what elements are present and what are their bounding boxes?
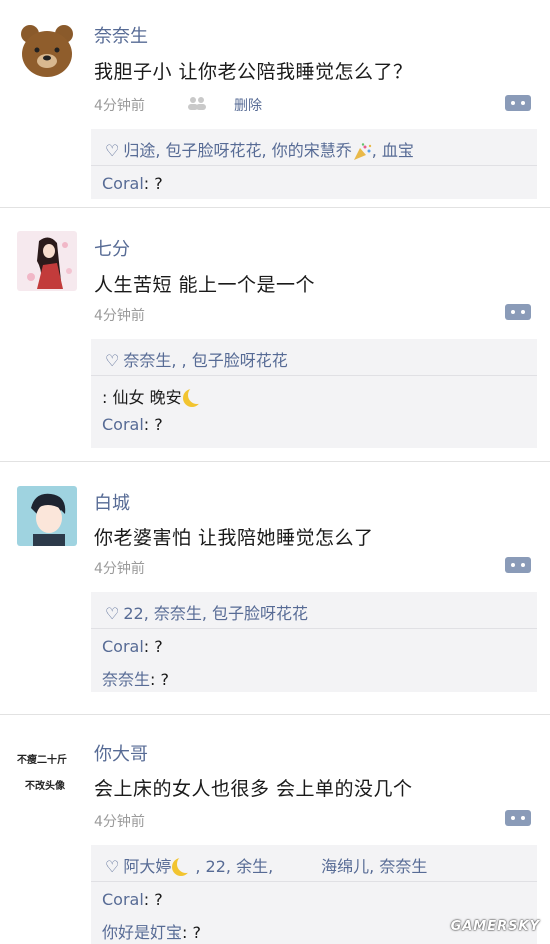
comment-row[interactable]: Coral: ? bbox=[102, 174, 163, 193]
post-time: 4分钟前 bbox=[94, 561, 145, 577]
likes-names[interactable]: 阿大婷 bbox=[123, 857, 171, 876]
likes-names-tail2[interactable]: 海绵儿, 奈奈生 bbox=[321, 857, 427, 876]
comment-text: : 仙女 晚安 bbox=[102, 388, 182, 407]
commenter-name[interactable]: Coral bbox=[102, 890, 144, 909]
avatar-anime-girl[interactable] bbox=[17, 231, 77, 291]
comment-text: : ? bbox=[143, 890, 163, 909]
commenter-name[interactable]: Coral bbox=[102, 415, 144, 434]
post-content: 你老婆害怕 让我陪她睡觉怎么了 bbox=[94, 527, 374, 549]
post-content: 人生苦短 能上一个是一个 bbox=[94, 274, 316, 296]
likes-names[interactable]: 22, 奈奈生, 包子脸呀花花 bbox=[123, 604, 308, 623]
more-actions-button[interactable] bbox=[505, 810, 531, 826]
bear-icon bbox=[17, 20, 77, 80]
avatar-text-line: 不瘦二十斤 bbox=[17, 755, 67, 766]
moment-post-1: 奈奈生 我胆子小 让你老公陪我睡觉怎么了？ 4分钟前 删除 ♡ 归途, 包子脸呀花… bbox=[0, 0, 550, 205]
comment-text: : ? bbox=[143, 415, 163, 434]
moment-post-2: 七分 人生苦短 能上一个是一个 4分钟前 ♡ 奈奈生, , 包子脸呀花花 : 仙女… bbox=[0, 208, 550, 458]
likes-row: ♡ 奈奈生, , 包子脸呀花花 bbox=[105, 347, 288, 371]
likes-names[interactable]: 归途, 包子脸呀花花, 你的宋慧乔 bbox=[123, 141, 351, 160]
likes-comments-box: ♡ 奈奈生, , 包子脸呀花花 : 仙女 晚安 Coral: ? bbox=[91, 339, 537, 448]
more-actions-button[interactable] bbox=[505, 95, 531, 111]
heart-icon: ♡ bbox=[105, 857, 120, 876]
poster-name[interactable]: 你大哥 bbox=[94, 740, 148, 766]
poster-name[interactable]: 白城 bbox=[94, 489, 130, 515]
avatar-anime-boy[interactable] bbox=[17, 486, 77, 546]
comment-text: : ? bbox=[143, 174, 163, 193]
post-content: 我胆子小 让你老公陪我睡觉怎么了？ bbox=[94, 61, 413, 83]
comment-row[interactable]: Coral: ? bbox=[102, 637, 163, 656]
poster-name[interactable]: 奈奈生 bbox=[94, 22, 148, 48]
heart-icon: ♡ bbox=[105, 351, 120, 370]
post-time: 4分钟前 bbox=[94, 308, 145, 324]
likes-row: ♡ 22, 奈奈生, 包子脸呀花花 bbox=[105, 600, 308, 624]
likes-comments-box: ♡ 归途, 包子脸呀花花, 你的宋慧乔 , 血宝 Coral: ? bbox=[91, 129, 537, 199]
box-divider bbox=[91, 628, 537, 629]
likes-names-tail[interactable]: , 22, 余生, bbox=[195, 857, 273, 876]
commenter-name[interactable]: Coral bbox=[102, 637, 144, 656]
heart-icon: ♡ bbox=[105, 141, 120, 160]
more-actions-button[interactable] bbox=[505, 557, 531, 573]
post-content: 会上床的女人也很多 会上单的没几个 bbox=[94, 778, 413, 800]
post-time: 4分钟前 bbox=[94, 814, 145, 830]
box-divider bbox=[91, 165, 537, 166]
heart-icon: ♡ bbox=[105, 604, 120, 623]
likes-row: ♡ 阿大婷 , 22, 余生, 海绵儿, 奈奈生 bbox=[105, 853, 427, 877]
poster-name[interactable]: 七分 bbox=[94, 235, 130, 261]
commenter-name[interactable]: 奈奈生 bbox=[102, 670, 150, 689]
party-popper-icon bbox=[353, 142, 371, 160]
moment-post-3: 白城 你老婆害怕 让我陪她睡觉怎么了 4分钟前 ♡ 22, 奈奈生, 包子脸呀花花… bbox=[0, 462, 550, 712]
comment-text: : ? bbox=[150, 670, 169, 689]
likes-names[interactable]: 奈奈生, , 包子脸呀花花 bbox=[123, 351, 287, 370]
box-divider bbox=[91, 375, 537, 376]
avatar-bear[interactable] bbox=[17, 20, 77, 80]
commenter-name[interactable]: Coral bbox=[102, 174, 144, 193]
post-time: 4分钟前 bbox=[94, 98, 145, 114]
anime-girl-icon bbox=[17, 231, 77, 291]
comment-row[interactable]: Coral: ? bbox=[102, 890, 163, 909]
comment-row[interactable]: Coral: ? bbox=[102, 415, 163, 434]
comment-row[interactable]: 你好是奵宝: ? bbox=[102, 919, 201, 943]
avatar-text[interactable]: 不瘦二十斤 不改头像 bbox=[17, 737, 81, 797]
comment-text: : ? bbox=[143, 637, 163, 656]
crescent-moon-icon bbox=[188, 386, 206, 404]
comment-text: : ? bbox=[182, 923, 201, 942]
likes-comments-box: ♡ 22, 奈奈生, 包子脸呀花花 Coral: ? 奈奈生: ? bbox=[91, 592, 537, 692]
watermark: GAMERSKY bbox=[450, 919, 540, 934]
anime-boy-icon bbox=[17, 486, 77, 546]
comment-row[interactable]: : 仙女 晚安 bbox=[102, 384, 206, 408]
avatar-text-line: 不改头像 bbox=[25, 781, 65, 792]
likes-row: ♡ 归途, 包子脸呀花花, 你的宋慧乔 , 血宝 bbox=[105, 137, 414, 161]
box-divider bbox=[91, 881, 537, 882]
moment-post-4: 不瘦二十斤 不改头像 你大哥 会上床的女人也很多 会上单的没几个 4分钟前 ♡ 阿… bbox=[0, 715, 550, 944]
crescent-moon-icon bbox=[177, 855, 195, 873]
delete-link[interactable]: 删除 bbox=[234, 95, 262, 115]
visibility-people-icon bbox=[188, 97, 206, 110]
more-actions-button[interactable] bbox=[505, 304, 531, 320]
likes-names-tail[interactable]: , 血宝 bbox=[372, 141, 414, 160]
commenter-name[interactable]: 你好是奵宝 bbox=[102, 923, 182, 942]
comment-row[interactable]: 奈奈生: ? bbox=[102, 666, 169, 690]
